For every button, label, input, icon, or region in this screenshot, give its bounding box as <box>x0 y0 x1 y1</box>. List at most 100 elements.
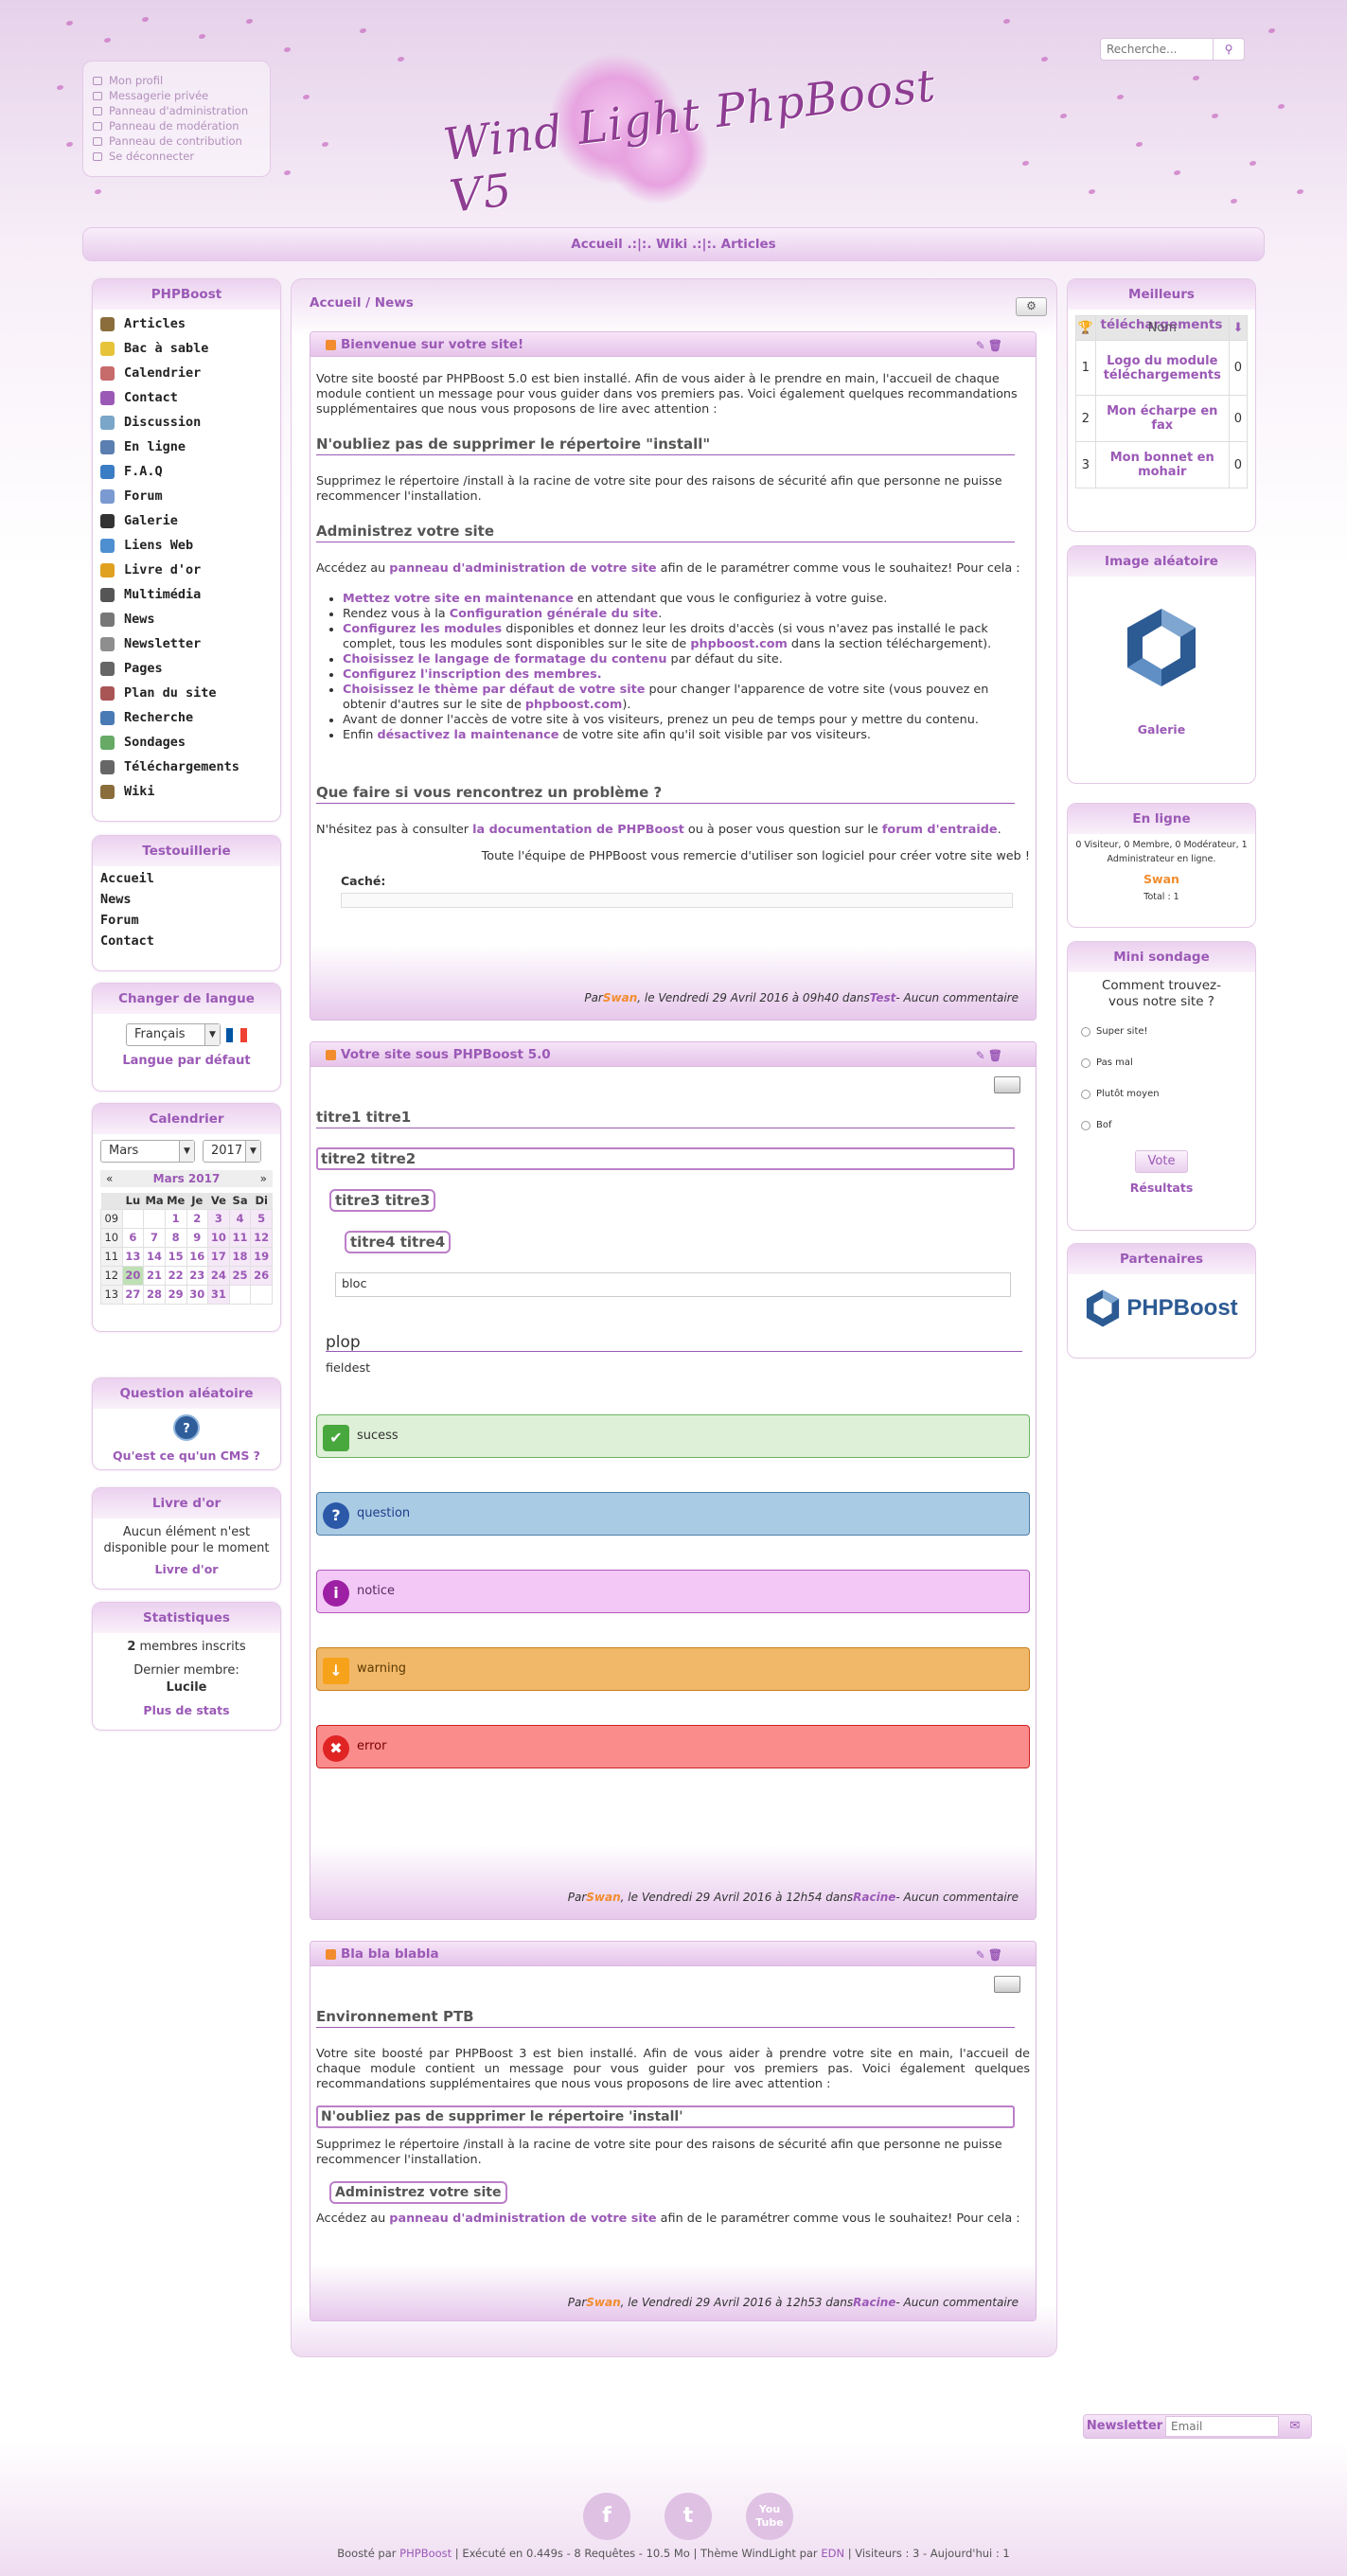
nav-item[interactable]: Multimédia <box>100 582 273 607</box>
disable-maintenance-link[interactable]: désactivez la maintenance <box>377 728 558 742</box>
menu-link[interactable]: Contact <box>100 931 273 951</box>
calendar-day[interactable]: 4 <box>228 1208 252 1229</box>
category-link[interactable]: Racine <box>853 1891 895 1904</box>
nav-item[interactable]: Recherche <box>100 705 273 730</box>
nav-item[interactable]: Téléchargements <box>100 755 273 779</box>
author-link[interactable]: Swan <box>586 2296 620 2309</box>
nav-item[interactable]: F.A.Q <box>100 459 273 484</box>
nav-item[interactable]: News <box>100 607 273 631</box>
radio-button[interactable] <box>1081 1026 1090 1037</box>
admin-panel-link[interactable]: panneau d'administration de votre site <box>389 2212 656 2226</box>
poll-option[interactable]: Plutôt moyen <box>1068 1078 1255 1110</box>
admin-panel-link[interactable]: panneau d'administration de votre site <box>389 561 656 576</box>
radio-button[interactable] <box>1081 1120 1090 1130</box>
nav-item[interactable]: Wiki <box>100 779 273 804</box>
question-link[interactable]: Qu'est ce qu'un CMS ? <box>100 1448 273 1463</box>
user-menu-item[interactable]: Se déconnecter <box>93 149 270 164</box>
site-logo[interactable]: Wind Light PhpBoost V5 <box>440 53 994 223</box>
phpboost-link[interactable]: phpboost.com <box>690 637 787 651</box>
edn-link[interactable]: EDN <box>821 2547 844 2560</box>
search-button[interactable]: ⚲ <box>1214 38 1245 61</box>
calendar-day[interactable]: 27 <box>121 1284 145 1305</box>
calendar-next-button[interactable]: » <box>260 1170 267 1187</box>
more-stats-link[interactable]: Plus de stats <box>100 1702 273 1719</box>
calendar-day[interactable]: 20 <box>121 1265 145 1286</box>
author-link[interactable]: Swan <box>586 1891 620 1904</box>
menu-link[interactable]: Accueil <box>100 868 273 889</box>
calendar-day[interactable]: 9 <box>186 1227 209 1248</box>
calendar-day[interactable]: 10 <box>207 1227 230 1248</box>
guestbook-link[interactable]: Livre d'or <box>100 1562 273 1576</box>
nav-item[interactable]: Plan du site <box>100 681 273 705</box>
nav-item[interactable]: Pages <box>100 656 273 681</box>
poll-option[interactable]: Pas mal <box>1068 1047 1255 1078</box>
results-link[interactable]: Résultats <box>1068 1181 1255 1195</box>
calendar-day[interactable]: 25 <box>228 1265 252 1286</box>
article-title[interactable]: Bla bla blabla <box>341 1946 439 1962</box>
printer-icon[interactable] <box>994 1076 1020 1093</box>
nav-item[interactable]: Discussion <box>100 410 273 435</box>
forum-link[interactable]: forum d'entraide <box>882 823 998 837</box>
vote-button[interactable]: Vote <box>1135 1150 1188 1173</box>
nav-item[interactable]: Sondages <box>100 730 273 755</box>
random-image[interactable] <box>1124 605 1199 690</box>
nav-item[interactable]: Calendrier <box>100 361 273 385</box>
breadcrumb[interactable]: Accueil / News <box>310 295 414 311</box>
user-menu-item[interactable]: Panneau d'administration <box>93 103 270 118</box>
calendar-day[interactable]: 1 <box>164 1208 187 1229</box>
user-menu-item[interactable]: Panneau de contribution <box>93 133 270 149</box>
calendar-day[interactable]: 12 <box>250 1227 273 1248</box>
twitter-icon[interactable]: t <box>665 2493 712 2540</box>
nav-item[interactable]: Contact <box>100 385 273 410</box>
calendar-month-label[interactable]: Mars 2017 <box>153 1170 221 1187</box>
nav-item[interactable]: Bac à sable <box>100 336 273 361</box>
rss-icon[interactable] <box>326 1949 336 1960</box>
article-title[interactable]: Bienvenue sur votre site! <box>341 337 523 352</box>
calendar-day[interactable]: 21 <box>143 1265 166 1286</box>
calendar-prev-button[interactable]: « <box>106 1170 113 1187</box>
poll-option[interactable]: Bof <box>1068 1110 1255 1141</box>
registration-link[interactable]: Configurez l'inscription des membres. <box>343 667 602 682</box>
phpboost-link[interactable]: PHPBoost <box>399 2547 452 2560</box>
calendar-day[interactable]: 18 <box>228 1246 252 1267</box>
youtube-icon[interactable]: You Tube <box>746 2493 793 2540</box>
calendar-day[interactable]: 11 <box>228 1227 252 1248</box>
nav-item[interactable]: Galerie <box>100 508 273 533</box>
format-link[interactable]: Choisissez le langage de formatage du co… <box>343 652 666 666</box>
user-menu-item[interactable]: Messagerie privée <box>93 88 270 103</box>
user-menu-item[interactable]: Mon profil <box>93 73 270 88</box>
rss-icon[interactable] <box>326 340 336 350</box>
download-link[interactable]: Mon écharpe en fax <box>1094 395 1230 442</box>
calendar-day[interactable]: 29 <box>164 1284 187 1305</box>
calendar-day[interactable]: 31 <box>207 1284 230 1305</box>
last-member-name[interactable]: Lucile <box>100 1679 273 1697</box>
month-select[interactable]: Mars ▼ <box>100 1140 195 1163</box>
nav-item[interactable]: Liens Web <box>100 533 273 558</box>
newsletter-email-input[interactable] <box>1165 2416 1279 2437</box>
calendar-day[interactable]: 26 <box>250 1265 273 1286</box>
download-link[interactable]: Logo du module téléchargements <box>1094 340 1230 396</box>
calendar-day[interactable]: 2 <box>186 1208 209 1229</box>
calendar-day[interactable]: 5 <box>250 1208 273 1229</box>
article-title[interactable]: Votre site sous PHPBoost 5.0 <box>341 1047 551 1062</box>
edit-delete-icons[interactable]: ✎🗑 <box>976 1049 1005 1062</box>
printer-icon[interactable] <box>994 1976 1020 1993</box>
calendar-day[interactable]: 15 <box>164 1246 187 1267</box>
nav-item[interactable]: Livre d'or <box>100 558 273 582</box>
category-link[interactable]: Racine <box>853 2296 895 2309</box>
calendar-day[interactable]: 3 <box>207 1208 230 1229</box>
partner-logo[interactable]: PHPBoost <box>1068 1288 1255 1329</box>
category-link[interactable]: Test <box>870 991 896 1004</box>
calendar-day[interactable]: 22 <box>164 1265 187 1286</box>
calendar-day[interactable]: 7 <box>143 1227 166 1248</box>
online-user[interactable]: Swan <box>1073 872 1250 886</box>
nav-item[interactable]: En ligne <box>100 435 273 459</box>
gallery-link[interactable]: Galerie <box>1068 722 1255 737</box>
phpboost-link[interactable]: phpboost.com <box>525 698 622 712</box>
calendar-day[interactable]: 8 <box>164 1227 187 1248</box>
poll-option[interactable]: Super site! <box>1068 1016 1255 1047</box>
maintenance-link[interactable]: Mettez votre site en maintenance <box>343 592 574 606</box>
author-link[interactable]: Swan <box>603 991 637 1004</box>
menu-link[interactable]: News <box>100 889 273 910</box>
year-select[interactable]: 2017 ▼ <box>203 1140 261 1163</box>
